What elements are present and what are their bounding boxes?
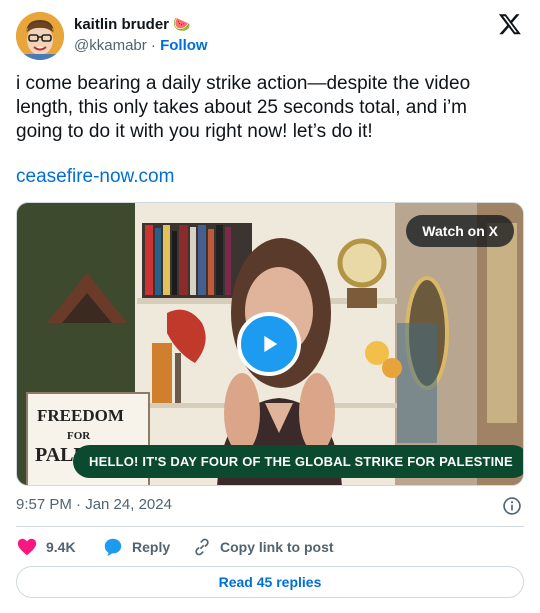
x-logo-icon[interactable] [498,12,522,36]
reply-button[interactable]: Reply [102,535,170,559]
handle-line: @kkamabr · Follow [74,37,208,54]
sign-line-2: FOR [67,430,91,442]
like-button[interactable]: 9.4K [16,535,76,559]
watch-on-x-button[interactable]: Watch on X [406,215,514,247]
author-handle[interactable]: @kkamabr [74,37,147,54]
avatar[interactable] [16,12,64,60]
handle-separator: · [150,37,156,54]
watermelon-emoji: 🍉 [173,16,191,32]
reply-label: Reply [132,539,171,555]
video-caption: HELLO! IT'S DAY FOUR OF THE GLOBAL STRIK… [73,445,523,478]
video-player[interactable]: FREEDOM FOR PALESTINE Watch on X HELLO! … [16,202,524,486]
heart-icon [17,538,37,556]
copy-link-button[interactable]: Copy link to post [192,535,334,559]
tweet-text: i come bearing a daily strike action—des… [16,73,471,142]
action-bar: 9.4K Reply Copy link to post [16,535,524,559]
author-name-text[interactable]: kaitlin bruder [74,16,169,33]
embedded-tweet: kaitlin bruder 🍉 @kkamabr · Follow i come… [0,0,540,613]
read-replies-label: Read 45 replies [218,574,322,590]
divider [16,526,524,527]
like-count: 9.4K [46,539,76,555]
tweet-header: kaitlin bruder 🍉 @kkamabr · Follow [16,12,524,60]
reply-bubble-icon [104,538,122,557]
info-icon[interactable] [502,496,522,516]
tweet-link[interactable]: ceasefire-now.com [16,166,174,188]
read-replies-button[interactable]: Read 45 replies [16,566,524,598]
author-name[interactable]: kaitlin bruder 🍉 [74,16,190,33]
play-icon [264,335,278,353]
copy-link-label: Copy link to post [220,539,334,555]
link-icon [195,538,209,556]
follow-link[interactable]: Follow [160,37,208,54]
sign-line-1: FREEDOM [37,406,124,425]
play-button[interactable] [237,312,301,376]
tweet-timestamp[interactable]: 9:57 PM · Jan 24, 2024 [16,496,172,513]
avatar-cartoon-icon [16,12,64,60]
